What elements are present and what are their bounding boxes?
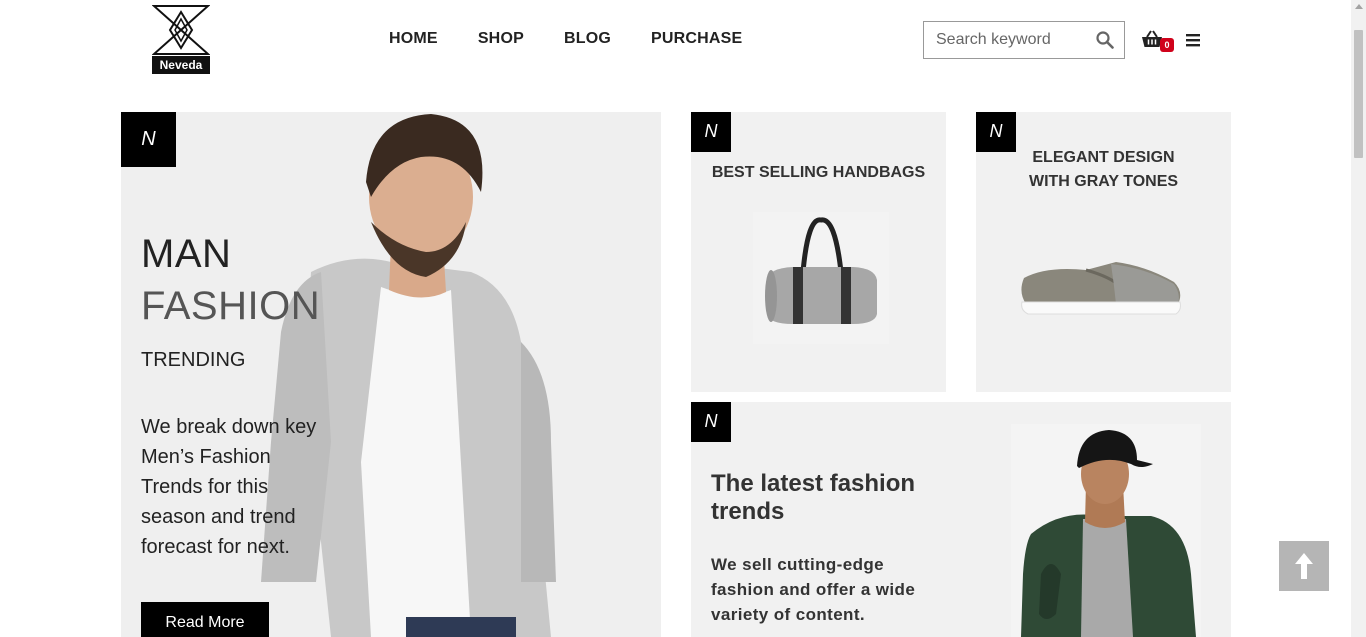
back-to-top-button[interactable] [1279,541,1329,591]
latest-description: We sell cutting-edge fashion and offer a… [711,555,916,624]
latest-trends-card[interactable]: N The latest fashion trends We sell cutt… [691,402,1231,637]
scroll-up-arrow-icon[interactable] [1355,4,1363,9]
page-scrollbar[interactable] [1351,0,1366,637]
nav-purchase[interactable]: PURCHASE [651,30,742,48]
hero-banner: N MAN FASHION TRENDING We break down key… [121,112,661,637]
brand-logo[interactable]: Neveda [152,4,210,74]
latest-title: The latest fashion trends [711,470,916,525]
search-icon[interactable] [1096,31,1114,49]
handbags-title: BEST SELLING HANDBAGS [711,164,926,181]
shoes-card[interactable]: N ELEGANT DESIGN WITH GRAY TONES [976,112,1231,392]
scrollbar-thumb[interactable] [1354,30,1363,158]
logo-mark-icon [152,5,210,55]
read-more-button[interactable]: Read More [141,602,269,637]
hero-title-line1: MAN [141,232,232,276]
nav-shop[interactable]: SHOP [478,30,524,48]
nav-blog[interactable]: BLOG [564,30,611,48]
search-box [923,21,1125,59]
site-header: Neveda HOME SHOP BLOG PURCHASE 0 [0,0,1351,80]
brand-name: Neveda [152,56,210,74]
hero-n-badge: N [121,112,176,167]
main-nav: HOME SHOP BLOG PURCHASE [389,30,742,48]
hero-subtitle: TRENDING [141,349,246,371]
cart-button[interactable]: 0 [1141,29,1175,53]
nav-home[interactable]: HOME [389,30,438,48]
hero-title-line2: FASHION [141,284,321,328]
hamburger-menu-icon[interactable] [1185,32,1201,48]
handbag-image [753,212,889,344]
search-input[interactable] [924,22,1094,58]
latest-n-badge: N [691,402,731,442]
model-with-cap-image [1011,424,1201,637]
handbags-card[interactable]: N BEST SELLING HANDBAGS [691,112,946,392]
handbags-n-badge: N [691,112,731,152]
shoes-title: ELEGANT DESIGN WITH GRAY TONES [1028,149,1179,190]
cart-count-badge: 0 [1160,38,1174,52]
arrow-up-icon [1295,553,1313,579]
sneaker-image [1021,262,1181,315]
hero-description: We break down key Men’s Fashion Trends f… [141,416,317,558]
